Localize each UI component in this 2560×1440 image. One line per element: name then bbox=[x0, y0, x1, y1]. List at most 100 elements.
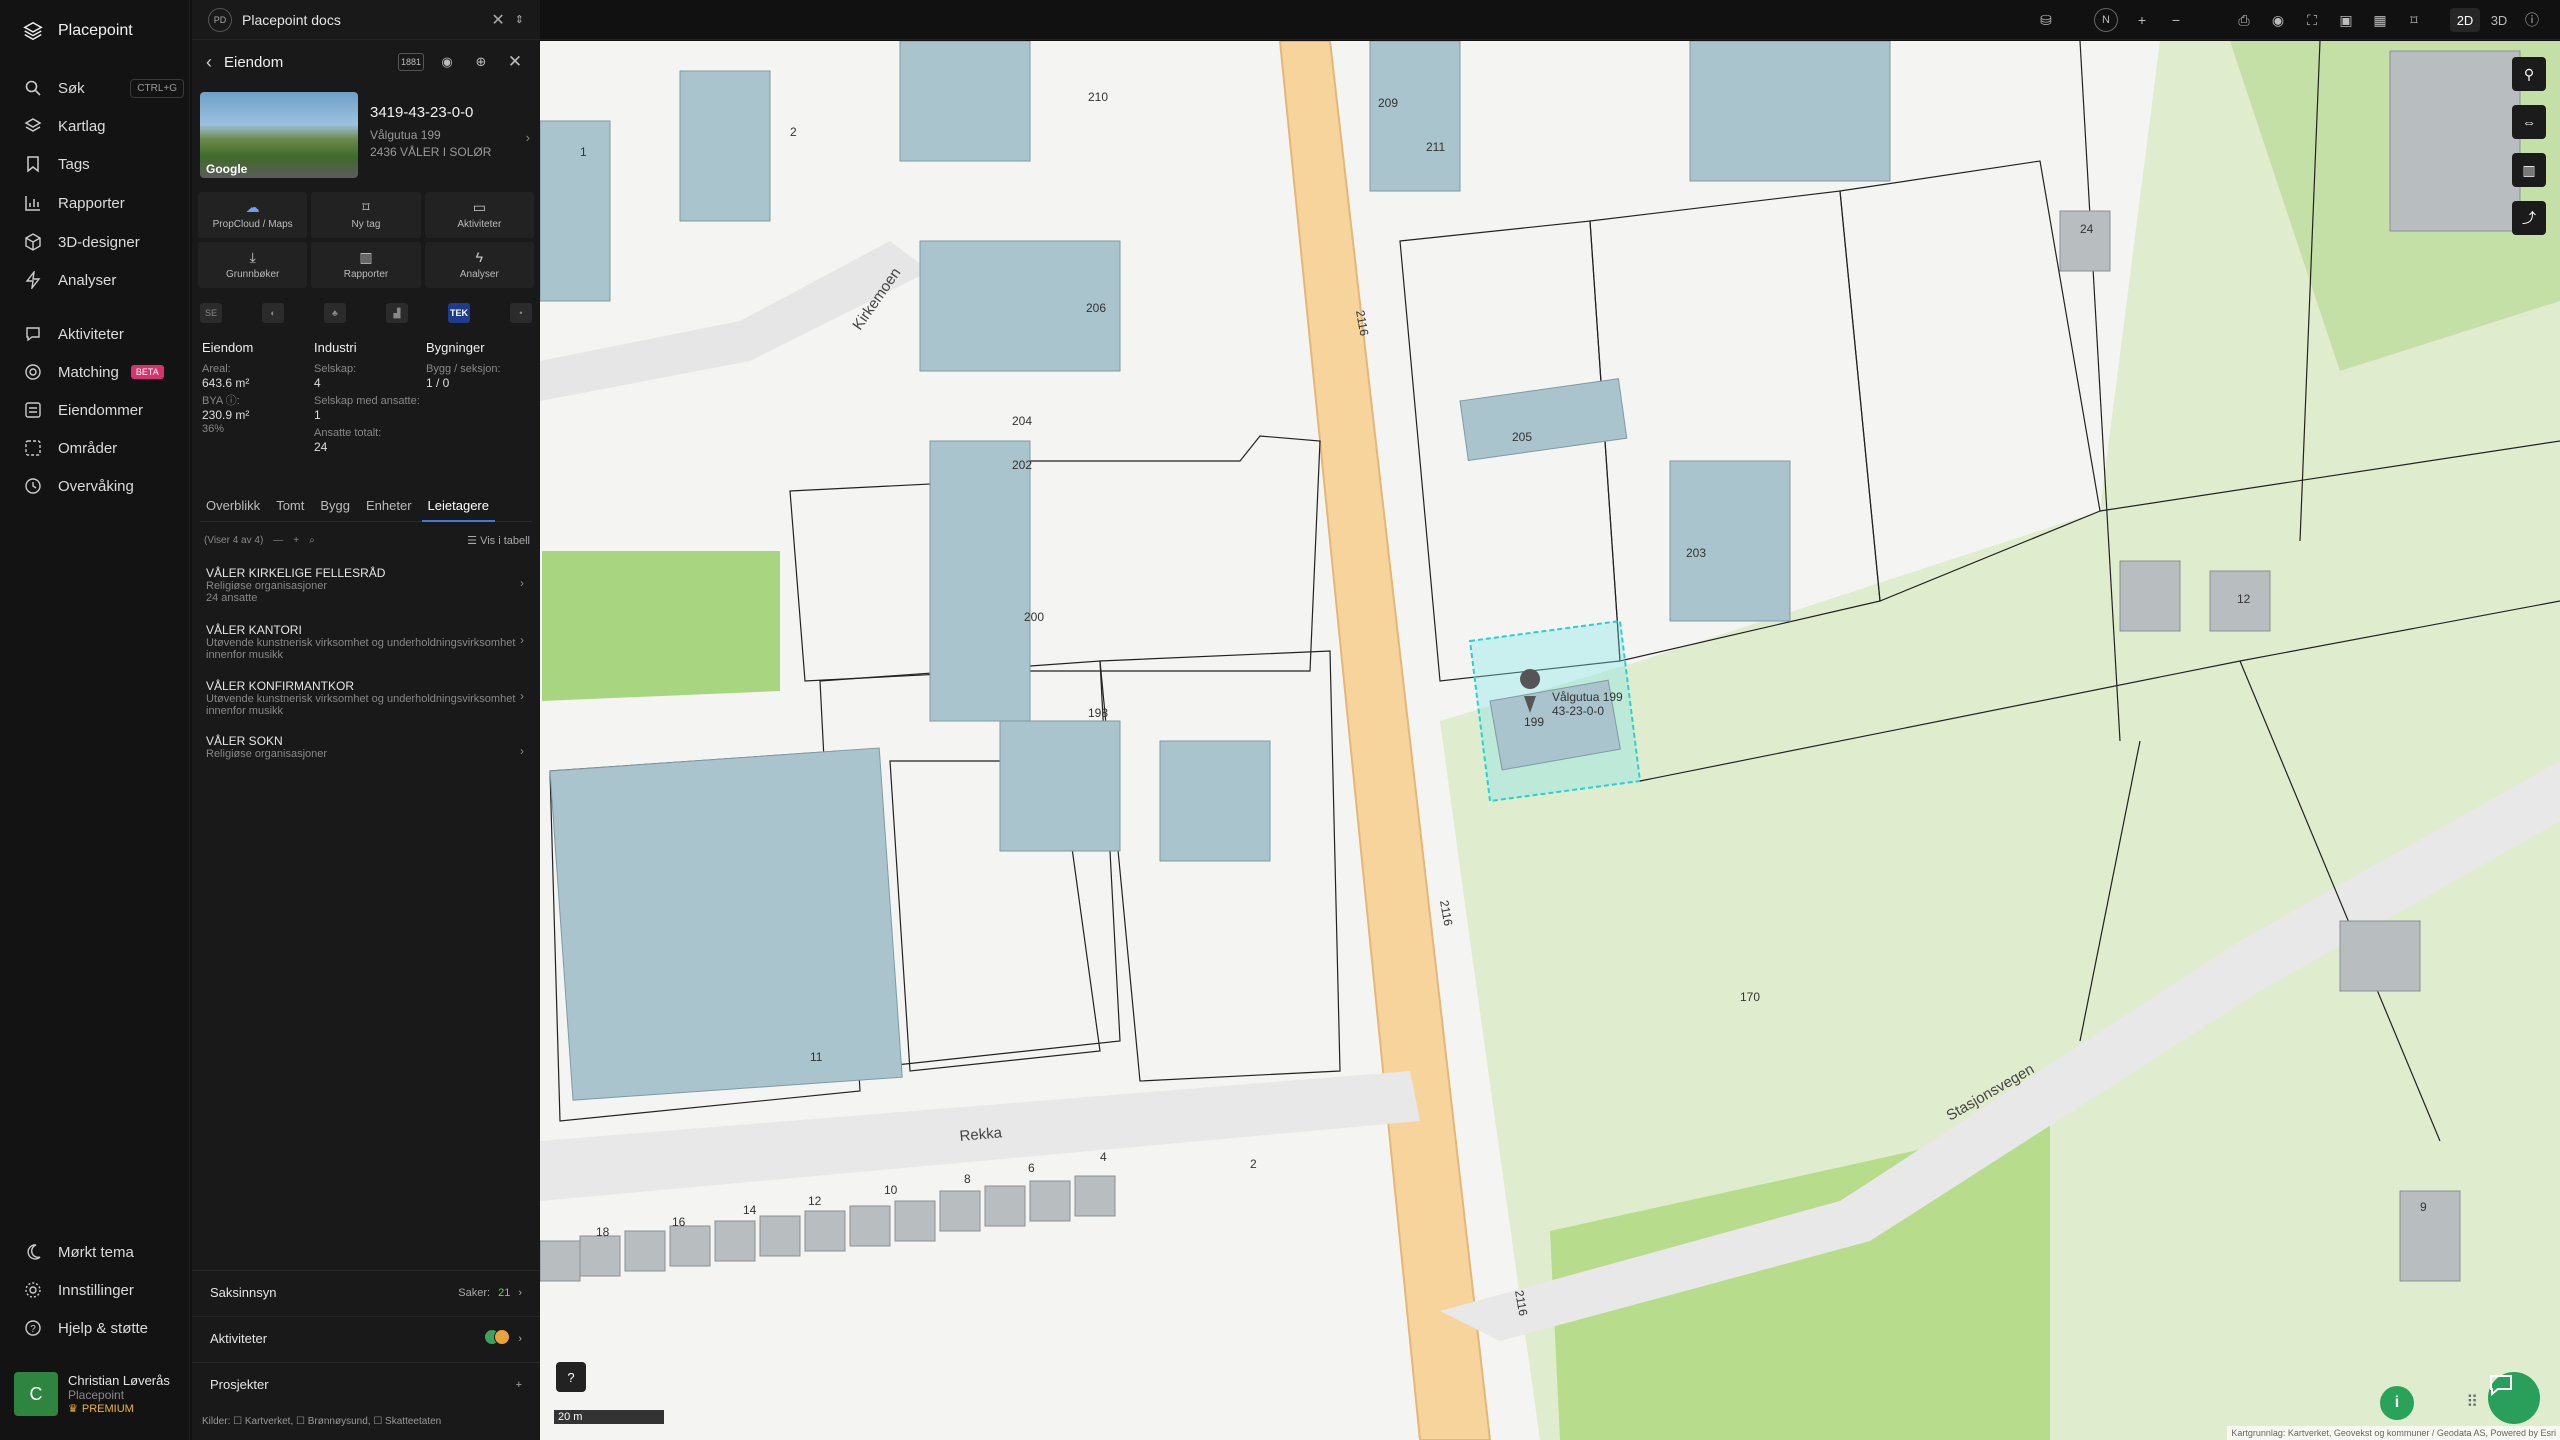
chat-button[interactable] bbox=[2488, 1372, 2540, 1424]
nav-item-settings[interactable]: Innstillinger bbox=[24, 1276, 184, 1304]
tab-overblikk[interactable]: Overblikk bbox=[200, 498, 266, 522]
tenant-item[interactable]: VÅLER KIRKELIGE FELLESRÅD Religiøse orga… bbox=[206, 566, 524, 604]
nav-item-aktiviteter[interactable]: Aktiviteter bbox=[24, 320, 184, 348]
tenant-item[interactable]: VÅLER SOKN Religiøse organisasjoner › bbox=[206, 734, 524, 760]
tab-enheter[interactable]: Enheter bbox=[360, 498, 418, 522]
new-tag-button[interactable]: ⌑ Ny tag bbox=[311, 192, 421, 238]
grunnboker-button[interactable]: ⤓ Grunnbøker bbox=[198, 242, 308, 288]
app-name: Placepoint bbox=[58, 22, 133, 39]
activity-icon bbox=[24, 325, 42, 343]
eye-icon[interactable]: ◉ bbox=[436, 51, 458, 73]
nav-item-matching[interactable]: Matching BETA bbox=[24, 358, 184, 386]
stat-value: 1 / 0 bbox=[426, 376, 450, 390]
house-number: 4 bbox=[1100, 1150, 1107, 1164]
layer-toggle[interactable]: SE bbox=[200, 303, 222, 323]
crown-icon: ♛ bbox=[68, 1403, 78, 1415]
moon-icon bbox=[24, 1243, 42, 1261]
propcloud-button[interactable]: ☁ PropCloud / Maps bbox=[198, 192, 308, 238]
fullscreen-icon[interactable]: ⛶ bbox=[2300, 8, 2324, 32]
show-table-button[interactable]: ☰ Vis i tabell bbox=[467, 534, 530, 547]
zoom-in-icon[interactable]: + bbox=[2130, 8, 2154, 32]
selected-id-label: 43-23-0-0 bbox=[1552, 704, 1604, 718]
street-view-photo[interactable]: Google bbox=[200, 92, 358, 178]
prosjekter-section[interactable]: Prosjekter + bbox=[192, 1362, 540, 1406]
scale-bar: 20 m bbox=[554, 1410, 664, 1424]
nav-item-eiendommer[interactable]: Eiendommer bbox=[24, 396, 184, 424]
chevron-updown-icon[interactable]: ⇕ bbox=[515, 13, 524, 26]
nav-item-dark-theme[interactable]: Mørkt tema bbox=[24, 1238, 184, 1266]
print-icon[interactable]: ⎙ bbox=[2232, 8, 2256, 32]
drag-grip-icon[interactable]: ⠿ bbox=[2466, 1392, 2478, 1412]
nav-item-analyser[interactable]: Analyser bbox=[24, 266, 184, 294]
camera-icon[interactable]: ▣ bbox=[2334, 8, 2358, 32]
google-label: Google bbox=[206, 162, 248, 176]
layers-toggle-icon[interactable]: ⛁ bbox=[2034, 8, 2058, 32]
tab-leietagere[interactable]: Leietagere bbox=[421, 498, 495, 522]
info-icon[interactable]: ⓘ bbox=[2520, 8, 2544, 32]
layer-toggle[interactable]: ▟ bbox=[386, 303, 408, 323]
reports-button[interactable]: ▥ Rapporter bbox=[311, 242, 421, 288]
nav-item-omrader[interactable]: Områder bbox=[24, 434, 184, 462]
map-canvas[interactable]: Vålgutua 199 43-23-0-0 Rekka Stasjonsveg… bbox=[540, 41, 2560, 1440]
nav-item-rapporter[interactable]: Rapporter bbox=[24, 189, 184, 217]
mode-3d-button[interactable]: 3D bbox=[2484, 8, 2514, 32]
property-info[interactable]: 3419-43-23-0-0 Vålgutua 199 2436 VÅLER I… bbox=[370, 104, 530, 161]
nav-item-kartlag[interactable]: Kartlag bbox=[24, 112, 184, 140]
add-project-button[interactable]: + bbox=[516, 1379, 522, 1391]
docs-title[interactable]: Placepoint docs bbox=[242, 12, 481, 28]
mode-2d-button[interactable]: 2D bbox=[2450, 8, 2480, 32]
collapse-icon[interactable]: — bbox=[273, 535, 283, 546]
plan-label: PREMIUM bbox=[81, 1402, 134, 1415]
gear-icon bbox=[24, 1281, 42, 1299]
tenant-name: VÅLER KANTORI bbox=[206, 623, 302, 637]
tenant-name: VÅLER KIRKELIGE FELLESRÅD bbox=[206, 566, 386, 580]
layer-toggle[interactable]: • bbox=[510, 303, 532, 323]
tenant-desc: Utøvende kunstnerisk virksomhet og under… bbox=[206, 693, 516, 717]
close-icon[interactable]: ✕ bbox=[504, 51, 526, 73]
tenant-item[interactable]: VÅLER KANTORI Utøvende kunstnerisk virks… bbox=[206, 623, 524, 661]
count-badge[interactable]: 1881 bbox=[398, 53, 424, 71]
back-arrow-icon[interactable]: ‹ bbox=[206, 52, 212, 73]
measure-tool-icon[interactable]: ⇔ bbox=[2512, 105, 2546, 139]
add-icon[interactable]: + bbox=[293, 535, 299, 546]
activities-button[interactable]: ▭ Aktiviteter bbox=[424, 192, 534, 238]
eye-icon[interactable]: ◉ bbox=[2266, 8, 2290, 32]
user-card[interactable]: C Christian Løverås Placepoint ♛ PREMIUM bbox=[14, 1368, 180, 1420]
contour-label: 170 bbox=[1740, 990, 1760, 1004]
target-icon bbox=[24, 363, 42, 381]
search-icon[interactable]: ⌕ bbox=[309, 535, 315, 546]
crosshair-icon[interactable]: ⊕ bbox=[470, 51, 492, 73]
layer-toggle[interactable]: ♣ bbox=[324, 303, 346, 323]
bookmark-icon[interactable]: ⌑ bbox=[2402, 8, 2426, 32]
tek-layer-toggle[interactable]: TEK bbox=[448, 303, 470, 323]
elevation-icon[interactable]: ⤴ bbox=[2512, 201, 2546, 235]
app-brand[interactable]: Placepoint bbox=[22, 20, 133, 42]
action-label: Aktiviteter bbox=[457, 219, 502, 230]
nav-item-help[interactable]: ? Hjelp & støtte bbox=[24, 1314, 184, 1342]
compass-icon[interactable]: N bbox=[2094, 8, 2118, 32]
draw-tool-icon[interactable]: ⚲ bbox=[2512, 57, 2546, 91]
chart-icon: ▥ bbox=[359, 249, 373, 265]
tenant-item[interactable]: VÅLER KONFIRMANTKOR Utøvende kunstnerisk… bbox=[206, 679, 524, 717]
nav-item-tags[interactable]: Tags bbox=[24, 150, 184, 178]
layer-toggle[interactable]: ◐ bbox=[262, 303, 284, 323]
stat-sub: 36% bbox=[202, 423, 225, 435]
zoom-out-icon[interactable]: − bbox=[2164, 8, 2188, 32]
nav-item-sok[interactable]: Søk CTRL+G bbox=[24, 74, 184, 102]
tenant-list-bar: (Viser 4 av 4) — + ⌕ ☰ Vis i tabell bbox=[204, 530, 530, 550]
grid-icon[interactable]: ▦ bbox=[2368, 8, 2392, 32]
saksinnsyn-section[interactable]: Saksinnsyn Saker: 21 › bbox=[192, 1270, 540, 1314]
nav-item-overvaking[interactable]: Overvåking bbox=[24, 472, 184, 500]
tab-tomt[interactable]: Tomt bbox=[270, 498, 310, 522]
close-icon[interactable]: ✕ bbox=[491, 10, 504, 30]
map-help-button[interactable]: ? bbox=[556, 1362, 586, 1392]
info-button[interactable]: i bbox=[2380, 1386, 2414, 1420]
main-navigation: Placepoint Søk CTRL+G Kartlag Tags Rappo… bbox=[0, 0, 190, 1440]
tab-bygg[interactable]: Bygg bbox=[314, 498, 356, 522]
map-side-tools: ⚲ ⇔ ▥ ⤴ bbox=[2512, 57, 2546, 235]
nav-item-3d-designer[interactable]: 3D-designer bbox=[24, 228, 184, 256]
nav-label: Mørkt tema bbox=[58, 1243, 134, 1261]
aktiviteter-section[interactable]: Aktiviteter › bbox=[192, 1316, 540, 1360]
analyses-button[interactable]: ϟ Analyser bbox=[424, 242, 534, 288]
chart-icon[interactable]: ▥ bbox=[2512, 153, 2546, 187]
